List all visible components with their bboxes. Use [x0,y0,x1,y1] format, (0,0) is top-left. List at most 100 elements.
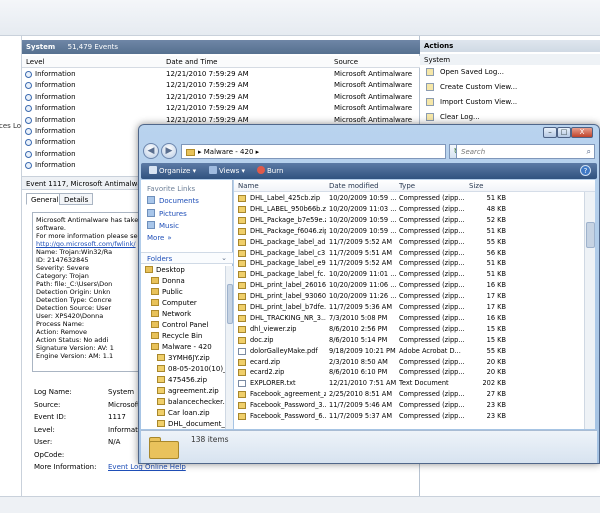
column-name[interactable]: Name [238,182,259,190]
event-row[interactable]: Information 12/21/2010 7:59:29 AM Microsof… [22,92,420,103]
property-key: More Information: [34,463,97,471]
file-row[interactable]: DHL_package_label_c3... 11/7/2009 5:51 AM… [234,248,584,259]
file-row[interactable]: ecard2.zip 8/6/2010 6:10 PM Compressed (zi… [234,367,584,378]
file-row[interactable]: dolorGalleyMake.pdf 9/18/2009 10:21 PM Ado… [234,346,584,357]
address-path: Malware - 420 [203,148,254,156]
file-row[interactable]: dhl_viewer.zip 8/6/2010 2:56 PM Compressed… [234,324,584,335]
action-item[interactable]: Clear Log... [420,111,600,123]
tree-item[interactable]: Desktop [145,266,185,277]
file-row[interactable]: DHL_Label_425cb.zip 10/20/2009 10:59 ... C… [234,193,584,204]
action-item[interactable]: Import Custom View... [420,96,600,108]
file-name: DHL_LABEL_950b66b.zip [250,204,326,213]
property-row: More Information: Event Log Online Help [32,463,186,473]
tree-item[interactable]: agreement.zip [157,387,219,398]
event-row[interactable]: Information 12/21/2010 7:59:29 AM Microsof… [22,103,420,114]
tree-item[interactable]: Recycle Bin [151,332,202,343]
file-type: Compressed (zipp... [399,368,465,377]
actions-header: Actions [420,40,600,52]
column-type[interactable]: Type [399,182,415,190]
favorite-link[interactable]: Pictures [147,208,231,221]
scrollbar-thumb[interactable] [227,284,233,324]
file-row[interactable]: DHL_LABEL_950b66b.zip 10/20/2009 11:03 ..… [234,204,584,215]
file-name: DHL_TRACKING_NR_3... [250,313,326,322]
tree-item[interactable]: Malware - 420 [151,343,212,354]
event-row[interactable]: Information 12/21/2010 7:59:29 AM Microsof… [22,69,420,80]
zip-folder-icon [238,271,246,279]
column-date[interactable]: Date and Time [166,58,217,66]
file-row[interactable]: DHL_Package_f6046.zip 10/20/2009 10:59 ..… [234,226,584,237]
folders-header[interactable]: Folders ⌄ [141,252,233,264]
file-type: Compressed (zipp... [399,259,465,268]
tab-details[interactable]: Details [59,193,94,205]
views-icon [209,166,217,174]
file-row[interactable]: Facebook_Password_3... 11/7/2009 5:46 AM C… [234,400,584,411]
folder-tree-scrollbar[interactable] [225,266,233,429]
column-source[interactable]: Source [334,58,358,66]
file-date: 10/20/2009 10:59 ... [329,226,397,235]
organize-button[interactable]: Organize ▾ [149,166,196,175]
file-row[interactable]: DHL_package_label_ad... 11/7/2009 5:52 AM… [234,237,584,248]
file-type: Compressed (zipp... [399,313,465,322]
file-type: Compressed (zipp... [399,292,465,301]
column-size[interactable]: Size [469,182,483,190]
tree-item[interactable]: Public [151,288,183,299]
event-row[interactable]: Information 12/21/2010 7:59:29 AM Microsof… [22,80,420,91]
file-type: Compressed (zipp... [399,194,465,202]
search-input[interactable]: Search ⌕ [456,144,595,159]
minimize-button[interactable]: – [543,127,557,138]
maximize-button[interactable]: □ [557,127,571,138]
address-separator-end: ▸ [253,148,260,156]
action-item[interactable]: Create Custom View... [420,81,600,93]
tree-item[interactable]: balancechecker.zip [157,398,225,409]
tree-item[interactable]: 475456.zip [157,376,207,387]
file-row[interactable]: DHL_package_label_fc... 10/20/2009 11:01 … [234,269,584,280]
organize-label: Organize [159,167,191,175]
zip-folder-icon [238,358,246,366]
file-name: DHL_Label_425cb.zip [250,194,321,202]
favorite-link[interactable]: Music [147,221,231,233]
favorite-link[interactable]: More» [147,234,231,246]
actions-section[interactable]: System [420,54,600,65]
column-level[interactable]: Level [26,58,44,66]
tree-item[interactable]: Donna [151,277,185,288]
views-button[interactable]: Views ▾ [209,166,245,175]
tree-item[interactable]: Car loan.zip [157,409,210,420]
file-row[interactable]: doc.zip 8/6/2010 5:14 PM Compressed (zipp.… [234,335,584,346]
online-help-link[interactable]: Event Log Online Help [108,463,186,471]
address-bar[interactable]: ▸ Malware - 420 ▸ [181,144,446,159]
tree-item[interactable]: DHL_document_11 [157,420,225,429]
file-row[interactable]: Facebook_agreement_z... 2/25/2010 8:51 AM… [234,389,584,400]
close-button[interactable]: X [571,127,593,138]
explorer-window[interactable]: – □ X ◀ ▶ ▸ Malware - 420 ▸ ↻ Search ⌕ O… [138,124,600,464]
tree-item[interactable]: Control Panel [151,321,208,332]
file-row[interactable]: Facebook_Password_6... 11/7/2009 5:37 AM C… [234,411,584,422]
file-row[interactable]: DHL_print_label_93060... 10/20/2009 11:26… [234,291,584,302]
tree-item[interactable]: Computer [151,299,197,310]
tree-item[interactable]: Network [151,310,191,321]
forward-button[interactable]: ▶ [161,143,177,159]
file-row[interactable]: DHL_TRACKING_NR_3... 7/3/2010 5:08 PM Comp… [234,313,584,324]
file-row[interactable]: DHL_print_label_26016... 10/20/2009 11:06… [234,280,584,291]
burn-button[interactable]: Burn [257,166,283,175]
file-row[interactable]: ecard.zip 2/3/2010 8:50 AM Compressed (zip… [234,357,584,368]
tree-item[interactable]: 08-05-2010(10)_pd [157,365,225,376]
action-item[interactable]: Open Saved Log... [420,66,600,78]
property-key: Source: [34,400,61,409]
help-button[interactable]: ? [580,165,591,176]
back-button[interactable]: ◀ [143,143,159,159]
file-row[interactable]: DHL_print_label_b7dfe... 11/7/2009 5:36 A… [234,302,584,313]
file-row[interactable]: DHL_Package_b7e59e.zip 10/20/2009 10:59 .… [234,215,584,226]
file-type: Compressed (zipp... [399,226,465,235]
scrollbar-thumb[interactable] [586,222,595,248]
console-tree-pane[interactable]: ces Lo [0,36,22,496]
tab-general[interactable]: General [26,193,64,205]
favorite-link[interactable]: Documents [147,196,231,208]
column-date-modified[interactable]: Date modified [329,182,379,190]
event-date: 12/21/2010 7:59:29 AM [166,104,249,113]
file-row[interactable]: DHL_package_label_e9... 11/7/2009 5:52 AM… [234,258,584,269]
tree-item[interactable]: 3YMH6JY.zip [157,354,210,365]
folders-label: Folders [147,255,173,263]
file-list-scrollbar[interactable] [584,192,595,429]
file-row[interactable]: EXPLORER.txt 12/21/2010 7:51 AM Text Docum… [234,378,584,389]
item-count: 138 items [191,435,229,444]
